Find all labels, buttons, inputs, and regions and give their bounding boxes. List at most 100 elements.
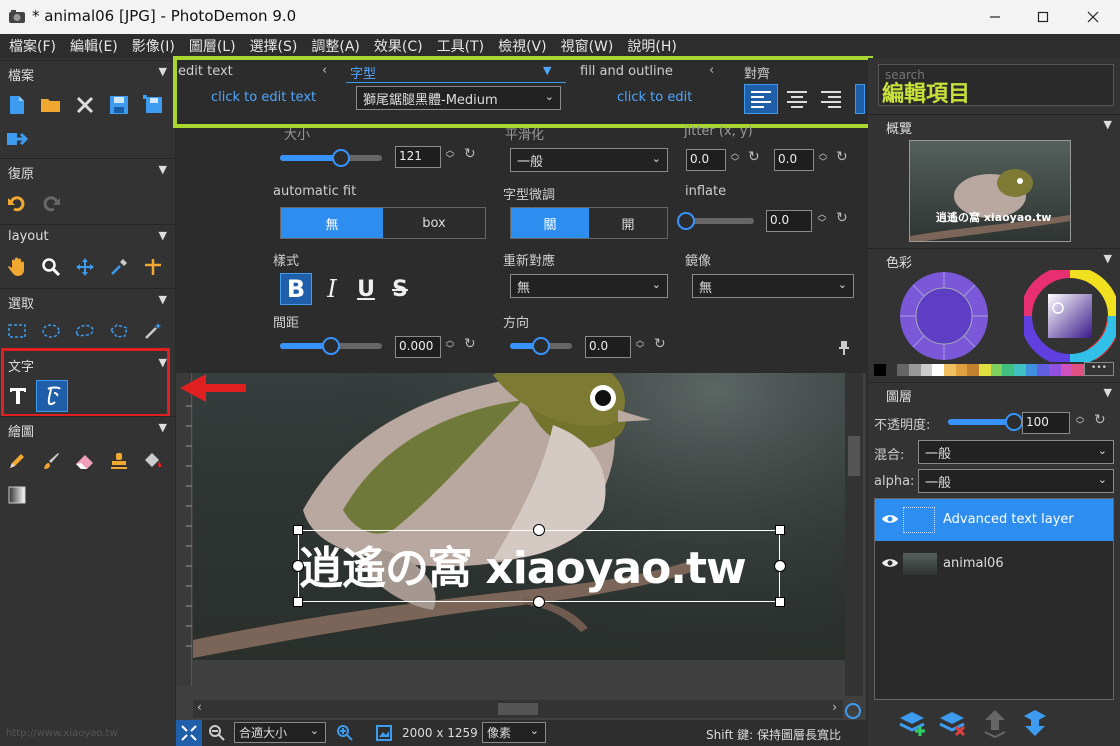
section-paint[interactable]: 繪圖 ▼: [0, 416, 175, 440]
color-swatches[interactable]: [874, 364, 1085, 376]
polygon-select-icon[interactable]: [106, 318, 132, 344]
antialias-dropdown[interactable]: 一般 ⌄: [510, 148, 668, 172]
size-slider-knob[interactable]: [332, 149, 351, 167]
spin-up-icon[interactable]: ︿ ﹀: [817, 150, 829, 168]
lasso-select-icon[interactable]: [72, 318, 98, 344]
pin-icon[interactable]: [838, 340, 850, 356]
spin-up-icon[interactable]: ︿ ﹀: [1074, 413, 1086, 431]
chevron-down-icon[interactable]: ▼: [1104, 386, 1112, 399]
resize-handle[interactable]: [775, 597, 785, 607]
close-image-icon[interactable]: [72, 92, 98, 118]
units-dropdown[interactable]: 像素 ⌄: [482, 722, 546, 743]
menu-tools[interactable]: 工具(T): [428, 36, 489, 56]
pencil-icon[interactable]: [4, 448, 30, 474]
rotate-handle[interactable]: [292, 560, 304, 572]
layers-header[interactable]: 圖層 ▼: [868, 382, 1120, 405]
blend-dropdown[interactable]: 一般 ⌄: [918, 440, 1114, 464]
hue-color-wheel[interactable]: [1024, 270, 1116, 362]
export-icon[interactable]: [4, 126, 30, 152]
overview-thumbnail[interactable]: 逍遙の窩 xiaoyao.tw: [909, 140, 1071, 242]
gradient-icon[interactable]: [4, 482, 30, 508]
eye-icon[interactable]: [881, 513, 899, 525]
spacing-slider-knob[interactable]: [322, 337, 340, 355]
inflate-slider[interactable]: [686, 218, 754, 224]
magic-wand-icon[interactable]: [140, 318, 166, 344]
opacity-input[interactable]: 100: [1022, 412, 1070, 434]
ellipse-select-icon[interactable]: [38, 318, 64, 344]
spin-up-icon[interactable]: ︿ ﹀: [444, 337, 456, 355]
chevron-down-icon[interactable]: ▼: [159, 65, 167, 78]
fit-screen-icon[interactable]: [176, 720, 202, 746]
more-colors-button[interactable]: •••: [1084, 362, 1114, 376]
menu-view[interactable]: 檢視(V): [489, 36, 552, 56]
brush-icon[interactable]: [38, 448, 64, 474]
hand-icon[interactable]: [4, 254, 30, 280]
reset-icon[interactable]: ↻: [836, 210, 848, 226]
autofit-toggle[interactable]: 無 box: [280, 207, 486, 239]
strikethrough-button[interactable]: S: [384, 273, 416, 305]
underline-button[interactable]: U: [350, 273, 382, 305]
menu-file[interactable]: 檔案(F): [0, 36, 61, 56]
redo-icon[interactable]: [38, 190, 64, 216]
layer-item[interactable]: Advanced text layer: [875, 499, 1113, 541]
close-button[interactable]: [1070, 0, 1116, 34]
undo-icon[interactable]: [4, 190, 30, 216]
section-text[interactable]: 文字 ▼: [0, 352, 175, 376]
advanced-text-icon[interactable]: [36, 380, 68, 412]
move-icon[interactable]: [72, 254, 98, 280]
inflate-slider-knob[interactable]: [677, 212, 695, 230]
minimize-button[interactable]: [972, 0, 1018, 34]
reset-icon[interactable]: ↻: [464, 336, 476, 352]
reset-icon[interactable]: ↻: [836, 149, 848, 165]
zoom-in-icon[interactable]: [336, 724, 354, 742]
rotate-handle[interactable]: [533, 596, 545, 608]
reset-icon[interactable]: ↻: [1094, 412, 1106, 428]
fill-bucket-icon[interactable]: [140, 448, 166, 474]
section-select[interactable]: 選取 ▼: [0, 288, 175, 312]
reset-icon[interactable]: ↻: [748, 149, 760, 165]
scroll-left-icon[interactable]: ‹: [197, 700, 202, 714]
overview-header[interactable]: 概覽 ▼: [868, 114, 1120, 137]
rect-select-icon[interactable]: [4, 318, 30, 344]
rotate-handle[interactable]: [533, 524, 545, 536]
open-folder-icon[interactable]: [38, 92, 64, 118]
alpha-dropdown[interactable]: 一般 ⌄: [918, 469, 1114, 493]
hinting-toggle[interactable]: 關 開: [510, 207, 668, 239]
save-icon[interactable]: [106, 92, 132, 118]
chevron-down-icon[interactable]: ▼: [159, 163, 167, 176]
chevron-down-icon[interactable]: ▼: [1104, 252, 1112, 265]
spin-up-icon[interactable]: ︿ ﹀: [816, 211, 828, 229]
chevron-down-icon[interactable]: ▼: [1104, 118, 1112, 131]
resize-handle[interactable]: [293, 597, 303, 607]
horizontal-scrollbar[interactable]: ‹ ›: [193, 700, 843, 718]
new-file-icon[interactable]: [4, 92, 30, 118]
layer-item[interactable]: animal06: [875, 543, 1113, 585]
zoom-dropdown[interactable]: 合適大小 ⌄: [234, 722, 326, 743]
eyedropper-icon[interactable]: [106, 254, 132, 280]
section-undo[interactable]: 復原 ▼: [0, 158, 175, 182]
eye-icon[interactable]: [881, 557, 899, 569]
angle-slider-knob[interactable]: [532, 337, 550, 355]
opacity-slider-knob[interactable]: [1005, 413, 1023, 431]
menu-layer[interactable]: 圖層(L): [180, 36, 241, 56]
menu-image[interactable]: 影像(I): [123, 36, 180, 56]
reset-icon[interactable]: ↻: [464, 146, 476, 162]
zoom-out-icon[interactable]: [208, 724, 226, 742]
autofit-none[interactable]: 無: [281, 208, 383, 238]
jitter-x-input[interactable]: 0.0: [686, 149, 726, 171]
reset-icon[interactable]: ↻: [654, 336, 666, 352]
move-layer-down-icon[interactable]: [1022, 708, 1048, 738]
autofit-box[interactable]: box: [383, 208, 485, 238]
hinting-off[interactable]: 關: [511, 208, 589, 238]
chevron-down-icon[interactable]: ▼: [159, 293, 167, 306]
eraser-icon[interactable]: [72, 448, 98, 474]
chevron-down-icon[interactable]: ▼: [159, 356, 167, 369]
inflate-input[interactable]: 0.0: [766, 210, 812, 232]
save-as-icon[interactable]: [140, 92, 166, 118]
spin-up-icon[interactable]: ︿ ﹀: [444, 147, 456, 165]
add-layer-icon[interactable]: [898, 708, 928, 738]
zoom-icon[interactable]: [38, 254, 64, 280]
section-file[interactable]: 檔案 ▼: [0, 60, 175, 84]
spin-up-icon[interactable]: ︿ ﹀: [729, 150, 741, 168]
crop-measure-icon[interactable]: [140, 254, 166, 280]
